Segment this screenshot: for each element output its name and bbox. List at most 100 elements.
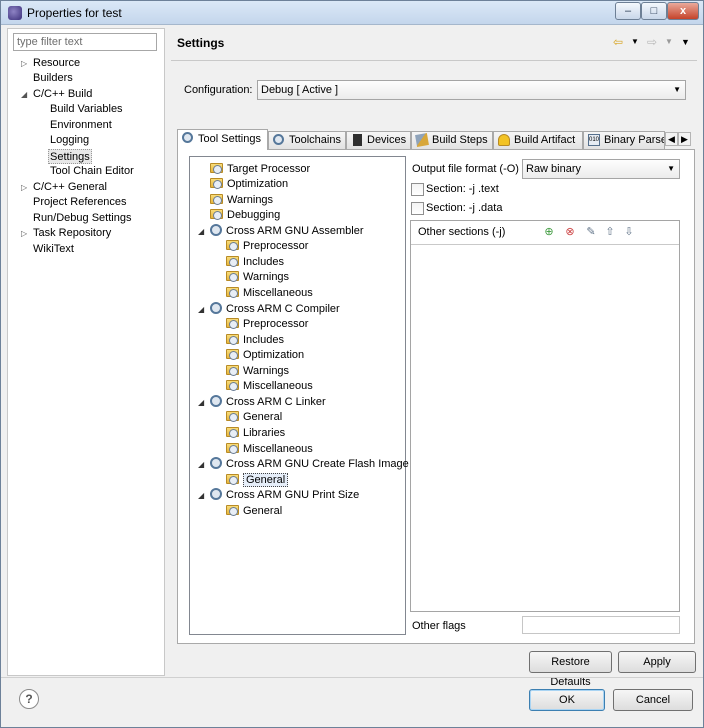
tab-devices[interactable]: Devices	[346, 131, 411, 149]
options-folder-icon	[210, 163, 223, 174]
nav-item-build-variables[interactable]: Build Variables	[50, 102, 123, 117]
tree-item-preprocessor[interactable]: Preprocessor	[226, 317, 308, 333]
chevron-right-icon[interactable]: ▶	[678, 132, 691, 146]
chevron-down-icon: ▼	[673, 85, 681, 94]
move-down-icon[interactable]: ⇩	[622, 225, 636, 239]
section-data-checkbox[interactable]	[411, 202, 424, 215]
property-page-tree: ▷ Resource Builders ◢ C/C++ Build Build …	[7, 28, 165, 676]
nav-item-tool-chain-editor[interactable]: Tool Chain Editor	[50, 164, 134, 179]
chevron-down-icon[interactable]: ▼	[631, 33, 639, 51]
tree-item-c-linker[interactable]: Cross ARM C Linker	[210, 395, 326, 411]
tree-item-includes[interactable]: Includes	[226, 333, 284, 349]
tree-item-miscellaneous[interactable]: Miscellaneous	[226, 442, 313, 458]
nav-item-run-debug-settings[interactable]: Run/Debug Settings	[33, 211, 131, 226]
nav-item-builders[interactable]: Builders	[33, 71, 73, 86]
tab-label: Devices	[367, 134, 407, 146]
tree-item-general[interactable]: General	[226, 504, 282, 520]
app-icon	[8, 6, 22, 20]
tree-item-optimization[interactable]: Optimization	[210, 177, 288, 193]
options-folder-icon	[226, 318, 239, 329]
nav-item-cpp-general[interactable]: C/C++ General	[33, 180, 107, 195]
collapse-arrow-icon[interactable]: ◢	[198, 302, 208, 318]
expand-arrow-icon[interactable]: ▷	[21, 180, 31, 195]
collapse-arrow-icon[interactable]: ◢	[198, 457, 208, 473]
section-text-checkbox[interactable]	[411, 183, 424, 196]
tree-item-c-compiler[interactable]: Cross ARM C Compiler	[210, 302, 340, 318]
move-up-icon[interactable]: ⇧	[603, 225, 617, 239]
tab-label: Tool Settings	[198, 133, 261, 145]
edit-item-icon[interactable]: ✎	[584, 225, 598, 239]
tree-item-create-flash-image[interactable]: Cross ARM GNU Create Flash Image	[210, 457, 409, 473]
filter-input[interactable]	[13, 33, 157, 51]
collapse-arrow-icon[interactable]: ◢	[21, 87, 31, 102]
tab-build-artifact[interactable]: Build Artifact	[493, 131, 583, 149]
other-flags-input[interactable]	[522, 616, 680, 634]
nav-item-task-repository[interactable]: Task Repository	[33, 226, 111, 241]
help-icon[interactable]: ?	[19, 689, 39, 709]
nav-item-cpp-build[interactable]: C/C++ Build	[33, 87, 92, 102]
cancel-button[interactable]: Cancel	[613, 689, 693, 711]
nav-item-resource[interactable]: Resource	[33, 56, 80, 71]
window-title: Properties for test	[27, 6, 122, 20]
restore-defaults-button[interactable]: Restore Defaults	[529, 651, 612, 688]
header-nav-icons: ⇦ ▼ ⇨ ▼ ▼	[613, 33, 693, 51]
tree-item-print-size[interactable]: Cross ARM GNU Print Size	[210, 488, 359, 504]
expand-arrow-icon[interactable]: ▷	[21, 56, 31, 71]
tree-item-general[interactable]: General	[226, 410, 282, 426]
options-folder-icon	[226, 443, 239, 454]
ok-button[interactable]: OK	[529, 689, 605, 711]
section-data-label: Section: -j .data	[426, 202, 503, 214]
nav-item-wikitext[interactable]: WikiText	[33, 242, 74, 257]
tree-item-libraries[interactable]: Libraries	[226, 426, 285, 442]
delete-item-icon[interactable]: ⊗	[563, 225, 577, 239]
tree-item-general-selected[interactable]: General	[226, 473, 289, 489]
options-folder-icon	[226, 334, 239, 345]
options-folder-icon	[226, 411, 239, 422]
tree-item-includes[interactable]: Includes	[226, 255, 284, 271]
back-arrow-icon[interactable]: ⇦	[613, 33, 623, 51]
collapse-arrow-icon[interactable]: ◢	[198, 395, 208, 411]
tree-item-warnings[interactable]: Warnings	[226, 364, 289, 380]
options-folder-icon	[226, 365, 239, 376]
tab-toolchains[interactable]: Toolchains	[268, 131, 346, 149]
close-button[interactable]: x	[667, 2, 699, 20]
nav-item-settings[interactable]: Settings	[48, 149, 92, 164]
tab-label: Build Artifact	[514, 134, 576, 146]
nav-item-project-references[interactable]: Project References	[33, 195, 127, 210]
tree-item-optimization[interactable]: Optimization	[226, 348, 304, 364]
tree-item-assembler[interactable]: Cross ARM GNU Assembler	[210, 224, 364, 240]
tree-item-miscellaneous[interactable]: Miscellaneous	[226, 286, 313, 302]
collapse-arrow-icon[interactable]: ◢	[198, 224, 208, 240]
other-sections-list[interactable]: Other sections (-j) ⊕ ⊗ ✎ ⇧ ⇩	[410, 220, 680, 612]
tab-build-steps[interactable]: Build Steps	[411, 131, 493, 149]
forward-arrow-icon[interactable]: ⇨	[647, 33, 657, 51]
nav-item-logging[interactable]: Logging	[50, 133, 89, 148]
add-item-icon[interactable]: ⊕	[542, 225, 556, 239]
minimize-button[interactable]: –	[615, 2, 641, 20]
expand-arrow-icon[interactable]: ▷	[21, 226, 31, 241]
configuration-select[interactable]: Debug [ Active ] ▼	[257, 80, 686, 100]
tab-scroll-buttons: ◀ ▶	[665, 132, 693, 146]
nav-item-environment[interactable]: Environment	[50, 118, 112, 133]
tree-item-warnings[interactable]: Warnings	[210, 193, 273, 209]
options-folder-icon	[226, 349, 239, 360]
chevron-down-icon[interactable]: ▼	[665, 33, 673, 51]
tab-label: Binary Parser	[604, 134, 665, 146]
tree-item-debugging[interactable]: Debugging	[210, 208, 280, 224]
options-folder-icon	[210, 194, 223, 205]
apply-button[interactable]: Apply	[618, 651, 696, 673]
output-format-select[interactable]: Raw binary ▼	[522, 159, 680, 179]
chevron-left-icon[interactable]: ◀	[665, 132, 678, 146]
view-menu-icon[interactable]: ▼	[681, 33, 690, 51]
collapse-arrow-icon[interactable]: ◢	[198, 488, 208, 504]
tab-binary-parser[interactable]: 010 Binary Parser	[583, 131, 665, 149]
options-folder-icon	[226, 256, 239, 267]
tree-item-preprocessor[interactable]: Preprocessor	[226, 239, 308, 255]
section-text-label: Section: -j .text	[426, 183, 499, 195]
tree-item-warnings[interactable]: Warnings	[226, 270, 289, 286]
maximize-button[interactable]: □	[641, 2, 667, 20]
tree-item-miscellaneous[interactable]: Miscellaneous	[226, 379, 313, 395]
tab-tool-settings[interactable]: Tool Settings	[177, 129, 268, 150]
tool-settings-icon	[182, 132, 193, 143]
tree-item-target-processor[interactable]: Target Processor	[210, 162, 310, 178]
